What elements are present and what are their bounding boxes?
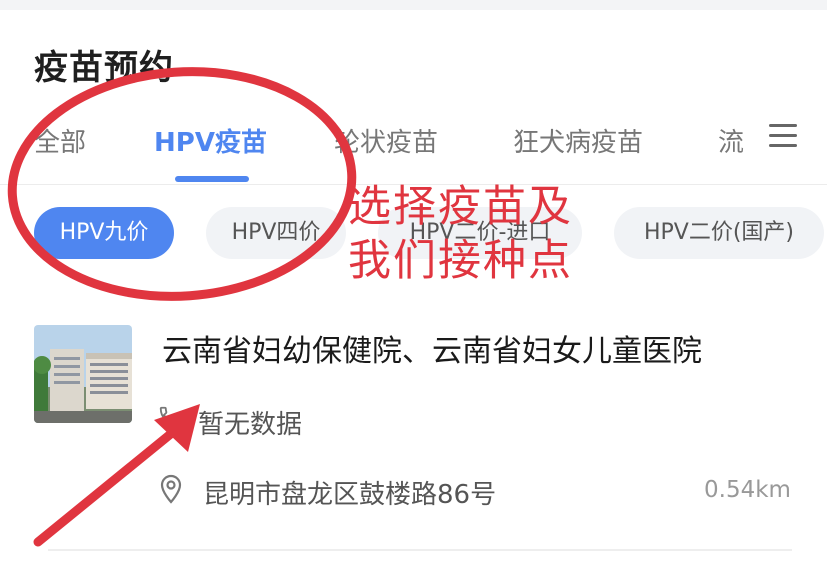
active-tab-indicator [175,176,249,182]
annotation-line-1: 选择疫苗及 [348,182,573,232]
tab-all[interactable]: 全部 [34,122,86,159]
hospital-name[interactable]: 云南省妇幼保健院、云南省妇女儿童医院 [162,326,702,370]
tab-flu[interactable]: 流 [718,122,744,159]
chip-hpv2-domestic[interactable]: HPV二价(国产) [614,207,824,259]
annotation-line-2: 我们接种点 [348,236,573,286]
hospital-thumbnail[interactable] [34,325,132,423]
chip-hpv4[interactable]: HPV四价 [206,207,346,259]
distance-label: 0.54km [704,477,791,503]
menu-icon[interactable] [769,124,797,148]
page-title: 疫苗预约 [34,48,174,88]
annotation-text: 选择疫苗及 我们接种点 [348,180,573,288]
phone-text: 暂无数据 [198,410,303,440]
chip-hpv9[interactable]: HPV九价 [34,207,174,259]
phone-icon [159,406,179,426]
annotation-arrow-shaft [33,423,183,547]
row-divider [48,549,792,551]
vaccine-tabs: 全部 HPV疫苗 轮状疫苗 狂犬病疫苗 流 [0,112,827,184]
tab-rabies[interactable]: 狂犬病疫苗 [513,122,643,159]
tab-fade [742,112,827,184]
hospital-address: 昆明市盘龙区鼓楼路86号 [203,480,497,510]
tab-rotavirus[interactable]: 轮状疫苗 [334,122,438,159]
top-bar [0,0,827,10]
location-pin-icon [160,474,182,504]
tab-hpv[interactable]: HPV疫苗 [154,122,267,159]
